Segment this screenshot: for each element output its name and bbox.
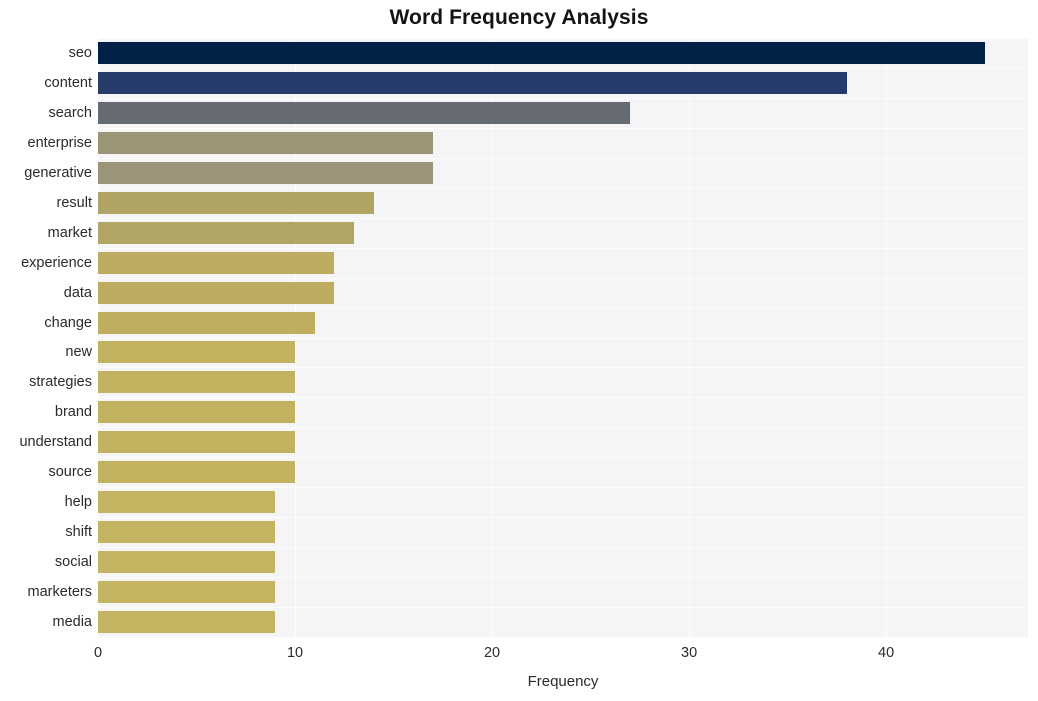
- vertical-gridline: [886, 38, 888, 637]
- horizontal-gridline: [98, 637, 1028, 638]
- y-tick-label-change: change: [44, 314, 92, 331]
- y-tick-label-brand: brand: [54, 404, 92, 421]
- y-tick-label-shift: shift: [65, 524, 92, 541]
- horizontal-gridline: [98, 427, 1028, 429]
- horizontal-gridline: [98, 367, 1028, 369]
- y-tick-label-content: content: [44, 74, 92, 91]
- bar-strategies[interactable]: [98, 371, 296, 394]
- y-tick-label-market: market: [47, 224, 92, 241]
- horizontal-gridline: [98, 277, 1028, 279]
- bar-content[interactable]: [98, 71, 847, 94]
- horizontal-gridline: [98, 307, 1028, 309]
- bar-market[interactable]: [98, 221, 355, 244]
- y-tick-label-marketers: marketers: [27, 584, 92, 601]
- y-tick-label-media: media: [52, 614, 93, 631]
- x-axis-title: Frequency: [527, 673, 599, 690]
- bar-shift[interactable]: [98, 521, 276, 544]
- y-axis-category-labels: seo content search enterprise generative resu…: [0, 38, 92, 637]
- bar-new[interactable]: [98, 341, 296, 364]
- horizontal-gridline: [98, 547, 1028, 549]
- horizontal-gridline: [98, 97, 1028, 99]
- y-tick-label-strategies: strategies: [29, 374, 92, 391]
- y-tick-label-social: social: [54, 554, 92, 571]
- bar-enterprise[interactable]: [98, 131, 433, 154]
- x-tick-label-10: 10: [286, 645, 304, 661]
- plot-area: [98, 38, 1028, 638]
- vertical-gridline: [689, 38, 691, 637]
- horizontal-gridline: [98, 577, 1028, 579]
- bar-social[interactable]: [98, 551, 276, 574]
- bar-help[interactable]: [98, 491, 276, 514]
- y-tick-label-search: search: [48, 104, 92, 121]
- x-tick-label-30: 30: [681, 645, 698, 661]
- bar-brand[interactable]: [98, 401, 296, 424]
- y-tick-label-enterprise: enterprise: [27, 134, 92, 151]
- vertical-gridline: [98, 38, 99, 637]
- horizontal-gridline: [98, 457, 1028, 459]
- y-tick-label-experience: experience: [21, 254, 92, 271]
- chart-title: Word Frequency Analysis: [389, 6, 649, 29]
- y-tick-label-seo: seo: [68, 44, 92, 61]
- y-tick-label-source: source: [48, 464, 92, 481]
- bar-marketers[interactable]: [98, 581, 276, 604]
- y-tick-label-understand: understand: [19, 434, 92, 451]
- y-tick-label-help: help: [64, 494, 92, 511]
- x-tick-label-40: 40: [878, 645, 895, 661]
- bar-result[interactable]: [98, 191, 374, 214]
- bar-media[interactable]: [98, 611, 276, 634]
- vertical-gridline: [295, 38, 297, 637]
- x-tick-label-0: 0: [93, 645, 103, 661]
- horizontal-gridline: [98, 487, 1028, 489]
- horizontal-gridline: [98, 247, 1028, 249]
- horizontal-gridline: [98, 127, 1028, 129]
- bar-experience[interactable]: [98, 251, 335, 274]
- bar-search[interactable]: [98, 101, 630, 124]
- bar-change[interactable]: [98, 311, 315, 334]
- x-tick-label-20: 20: [483, 645, 501, 661]
- y-tick-label-data: data: [63, 284, 92, 301]
- y-tick-label-generative: generative: [24, 164, 92, 181]
- y-tick-label-result: result: [56, 194, 92, 211]
- x-axis-tick-labels: 0 10 20 30 40: [0, 645, 1038, 665]
- horizontal-gridline: [98, 607, 1028, 609]
- horizontal-gridline: [98, 187, 1028, 189]
- horizontal-gridline: [98, 337, 1028, 339]
- horizontal-gridline: [98, 397, 1028, 399]
- horizontal-gridline: [98, 517, 1028, 519]
- vertical-gridline: [492, 38, 494, 637]
- horizontal-gridline: [98, 217, 1028, 219]
- word-frequency-bar-chart: Word Frequency Analysis seo content search…: [0, 0, 1038, 701]
- bar-source[interactable]: [98, 461, 296, 484]
- horizontal-gridline: [98, 157, 1028, 159]
- bar-data[interactable]: [98, 281, 335, 304]
- y-tick-label-new: new: [65, 344, 92, 361]
- horizontal-gridline: [98, 38, 1028, 39]
- bar-understand[interactable]: [98, 431, 296, 454]
- bar-generative[interactable]: [98, 161, 433, 184]
- horizontal-gridline: [98, 67, 1028, 69]
- bar-seo[interactable]: [98, 41, 985, 64]
